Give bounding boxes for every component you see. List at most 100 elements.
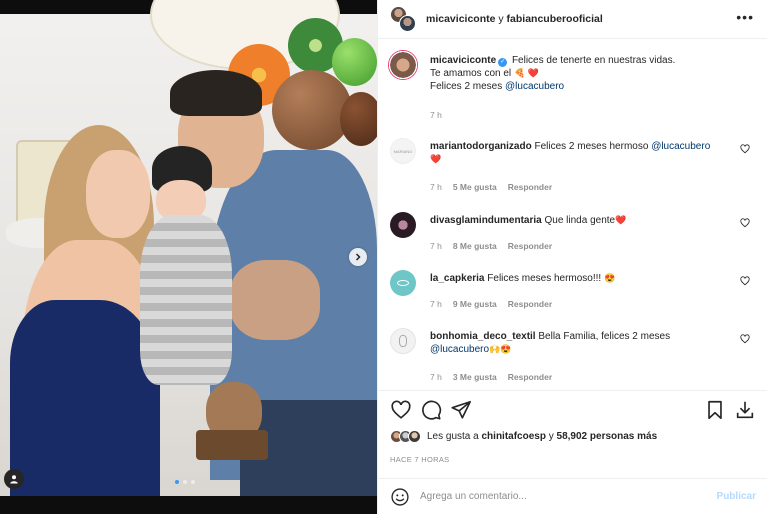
comment-likes-count[interactable]: 5 Me gusta [453,182,497,192]
reply-button[interactable]: Responder [508,182,552,192]
photo-letterbox-bottom [0,496,377,514]
caption-line-3: Felices 2 meses [430,81,503,92]
avatar[interactable]: MARIANO [390,138,416,164]
avatar-logo-mark [399,335,407,347]
user-icon [10,475,18,484]
comment-text: mariantodorganizado Felices 2 meses herm… [430,140,736,166]
post-side-panel: micaviciconte y fabiancuberooficial ••• … [377,0,767,514]
liker-avatars[interactable] [390,430,421,443]
avatar [399,15,416,32]
tagged-users-button[interactable] [4,469,24,489]
comment-meta: 7 h 9 Me gusta Responder [430,299,552,309]
reply-button[interactable]: Responder [508,372,552,382]
reply-button[interactable]: Responder [508,241,552,251]
post-actions-bar [378,390,767,428]
avatar[interactable] [390,328,416,354]
like-heart-icon[interactable] [390,399,412,421]
post-authors: micaviciconte y fabiancuberooficial [426,13,603,25]
author-username[interactable]: micaviciconte [426,13,495,25]
heart-icon[interactable] [740,334,750,344]
likes-summary: Les gusta a chinitafcoesp y 58,902 perso… [390,430,657,443]
caption-username[interactable]: micaviciconte [430,55,496,66]
comment-time[interactable]: 7 h [430,241,442,251]
caption-line-1: Felices de tenerte en nuestras vidas. [511,55,676,66]
likes-username[interactable]: chinitafcoesp [482,431,546,442]
comment-likes-count[interactable]: 9 Me gusta [453,299,497,309]
avatar [408,430,421,443]
baby-onesie [140,215,232,385]
comment-meta: 7 h 5 Me gusta Responder [430,182,552,192]
comment-body: Que linda gente [544,215,616,226]
monkey-sign [196,430,268,460]
caption-line-2: Te amamos con el [430,68,512,79]
comment-username[interactable]: mariantodorganizado [430,141,532,152]
comment-body: Bella Familia, felices 2 meses [538,331,671,342]
avatar[interactable] [390,270,416,296]
balloon-dark [340,92,377,146]
heart-icon[interactable] [740,276,750,286]
comment-time[interactable]: 7 h [430,182,442,192]
comment-likes-count[interactable]: 3 Me gusta [453,372,497,382]
carousel-dot [175,480,179,484]
comment-body: Felices 2 meses hermoso [534,141,649,152]
collab-avatars[interactable] [390,6,416,32]
comment-mention[interactable]: @lucacubero [430,344,489,355]
comment-text: divasglamindumentaria Que linda gente❤️ [430,214,736,227]
post-header: micaviciconte y fabiancuberooficial ••• [378,0,767,39]
reply-button[interactable]: Responder [508,299,552,309]
comment-mention[interactable]: @lucacubero [651,141,710,152]
likes-count[interactable]: 58,902 personas más [557,431,658,442]
avatar[interactable] [390,212,416,238]
comment-text: la_capkeria Felices meses hermoso!!! 😍 [430,272,736,285]
comment-bubble-icon[interactable] [420,399,442,421]
comment-input[interactable] [420,491,700,502]
balloon-green [332,38,377,86]
more-options-icon[interactable]: ••• [736,10,754,24]
heart-icon[interactable] [740,144,750,154]
comment-emoji: 😍 [604,273,616,283]
caption-time[interactable]: 7 h [430,110,442,120]
avatar-logo-text: MARIANO [393,148,413,154]
authors-joiner: y [498,13,504,25]
post-photo[interactable] [0,0,377,514]
coauthor-username[interactable]: fabiancuberooficial [507,13,603,25]
likes-prefix: Les gusta a [427,431,479,442]
man-hair [170,70,262,116]
comment-time[interactable]: 7 h [430,299,442,309]
caption-mention[interactable]: @lucacubero [505,81,564,92]
verified-badge-icon: ✓ [498,58,508,67]
comment-username[interactable]: divasglamindumentaria [430,215,542,226]
comment-composer: Publicar [378,478,767,514]
comment-meta: 7 h 3 Me gusta Responder [430,372,552,382]
woman-face [86,150,150,238]
instagram-post-modal: micaviciconte y fabiancuberooficial ••• … [0,0,767,514]
avatar-logo-mark [397,280,409,286]
comment-meta: 7 h 8 Me gusta Responder [430,241,552,251]
comment-text: bonhomia_deco_textil Bella Familia, feli… [430,330,736,356]
avatar[interactable] [388,50,418,80]
comment-emoji: ❤️ [615,215,627,225]
download-icon[interactable] [734,399,756,421]
emoji-smiley-icon[interactable] [390,487,410,507]
caption-text: micaviciconte ✓ Felices de tenerte en nue… [430,54,750,93]
comment-username[interactable]: bonhomia_deco_textil [430,331,536,342]
comment-likes-count[interactable]: 8 Me gusta [453,241,497,251]
carousel-dot [183,480,187,484]
bookmark-icon[interactable] [704,399,726,421]
comment-time[interactable]: 7 h [430,372,442,382]
heart-icon[interactable] [740,218,750,228]
caption-emoji: 🍕 ❤️ [513,68,539,78]
comment-username[interactable]: la_capkeria [430,273,485,284]
comment-emoji: 🙌😍 [489,344,512,354]
post-timestamp[interactable]: HACE 7 HORAS [390,455,449,464]
woman-dress [10,300,160,510]
share-paper-plane-icon[interactable] [450,399,472,421]
comments-section[interactable]: micaviciconte ✓ Felices de tenerte en nue… [378,40,767,390]
carousel-indicator [175,480,195,484]
man-arm [230,260,320,340]
comment-emoji: ❤️ [430,154,442,164]
chevron-right-icon [355,253,361,261]
publish-comment-button[interactable]: Publicar [717,491,756,502]
likes-joiner: y [548,431,554,442]
next-slide-button[interactable] [349,248,367,266]
